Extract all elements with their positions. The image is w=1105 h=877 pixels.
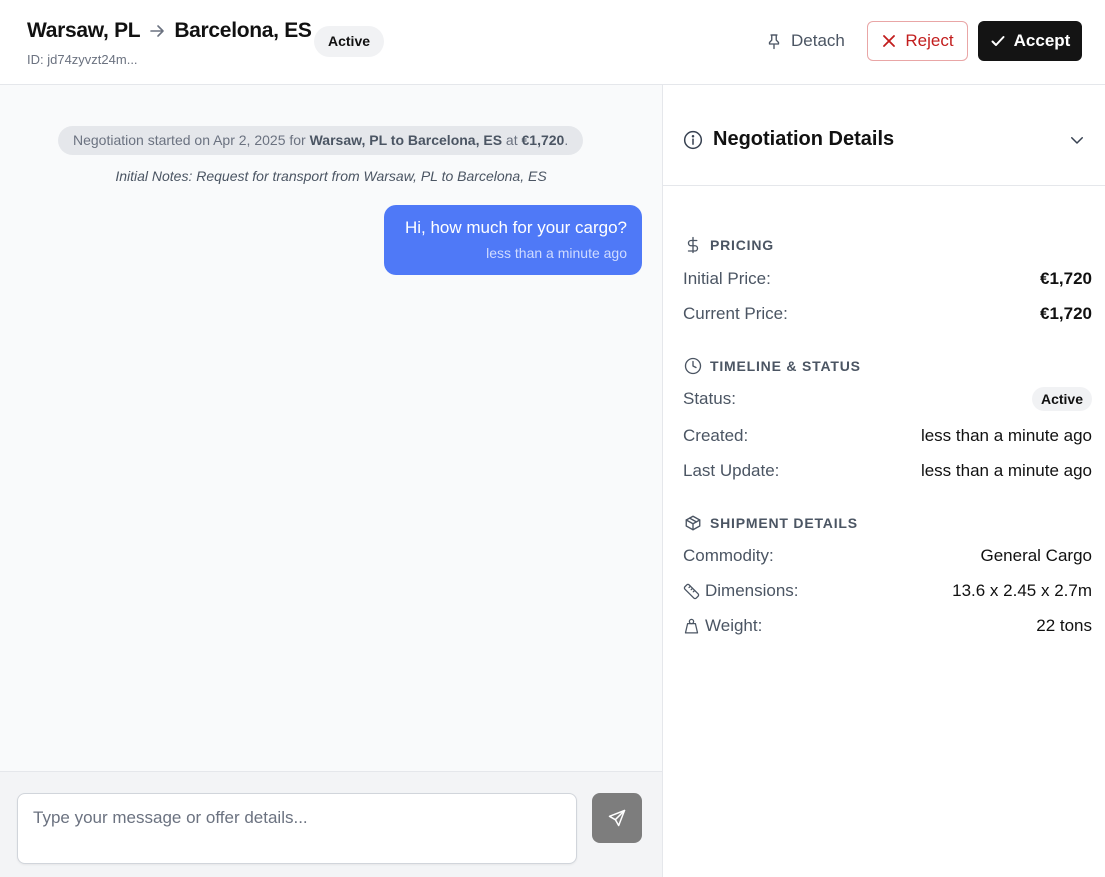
- details-sidebar: Negotiation Details PRICING Initial Pric…: [663, 85, 1105, 877]
- accept-label: Accept: [1013, 31, 1071, 50]
- weight-value: 22 tons: [1036, 616, 1092, 635]
- last-update-value: less than a minute ago: [920, 461, 1092, 480]
- sidebar-status-badge: Active: [1031, 387, 1092, 411]
- current-price-row: Current Price: €1,720: [683, 304, 1092, 324]
- details-title: Negotiation Details: [713, 128, 895, 150]
- clock-icon: [684, 357, 702, 375]
- pin-icon: [768, 34, 780, 50]
- ruler-icon: [683, 583, 700, 599]
- timeline-label-text: TIMELINE & STATUS: [710, 358, 861, 374]
- system-message: Negotiation started on Apr 2, 2025 for W…: [58, 126, 584, 155]
- weight-key: Weight:: [683, 616, 762, 636]
- commodity-row: Commodity: General Cargo: [683, 546, 1092, 566]
- details-header[interactable]: Negotiation Details: [663, 85, 1105, 186]
- commodity-label: Commodity:: [683, 546, 774, 565]
- pricing-label-text: PRICING: [710, 237, 774, 253]
- chevron-down-icon[interactable]: [1068, 131, 1086, 149]
- created-row: Created: less than a minute ago: [683, 426, 1092, 446]
- system-message-route: Warsaw, PL to Barcelona, ES: [309, 132, 503, 148]
- timeline-section-label: TIMELINE & STATUS: [683, 356, 861, 376]
- dimensions-key: Dimensions:: [683, 581, 799, 601]
- page-header: Warsaw, PL Barcelona, ES ID: jd74zyvzt24…: [0, 0, 1105, 85]
- shipment-label-text: SHIPMENT DETAILS: [710, 515, 858, 531]
- dimensions-row: Dimensions: 13.6 x 2.45 x 2.7m: [683, 581, 1092, 601]
- created-label: Created:: [683, 426, 749, 445]
- shipment-section-label: SHIPMENT DETAILS: [683, 513, 858, 533]
- status-badge: Active: [314, 26, 385, 57]
- route-title: Warsaw, PL Barcelona, ES: [27, 19, 312, 43]
- origin-label: Warsaw, PL: [27, 19, 141, 42]
- dimensions-value: 13.6 x 2.45 x 2.7m: [952, 581, 1092, 600]
- created-value: less than a minute ago: [920, 426, 1092, 445]
- negotiation-id: ID: jd74zyvzt24m...: [27, 52, 138, 67]
- weight-row: Weight: 22 tons: [683, 616, 1092, 636]
- send-icon: [608, 809, 626, 827]
- chat-panel: Negotiation started on Apr 2, 2025 for W…: [0, 85, 662, 771]
- reject-button[interactable]: Reject: [867, 21, 968, 61]
- initial-price-label: Initial Price:: [683, 269, 771, 288]
- system-message-at: at: [502, 132, 522, 148]
- system-message-suffix: .: [564, 132, 569, 148]
- weight-icon: [684, 618, 699, 634]
- chat-message-bubble: Hi, how much for your cargo? less than a…: [384, 205, 642, 275]
- send-button[interactable]: [592, 793, 642, 843]
- x-icon: [883, 35, 896, 47]
- message-composer: [0, 771, 662, 877]
- detach-label: Detach: [791, 31, 845, 50]
- last-update-row: Last Update: less than a minute ago: [683, 461, 1092, 481]
- arrow-right-icon: [150, 25, 165, 37]
- initial-notes: Initial Notes: Request for transport fro…: [115, 168, 547, 184]
- dimensions-label: Dimensions:: [705, 581, 799, 600]
- weight-label: Weight:: [705, 616, 763, 635]
- info-icon: [683, 130, 703, 150]
- package-icon: [685, 515, 701, 531]
- destination-label: Barcelona, ES: [174, 19, 312, 42]
- current-price-value: €1,720: [1040, 304, 1092, 323]
- detach-button[interactable]: Detach: [757, 21, 853, 61]
- dollar-icon: [687, 236, 699, 254]
- chat-message-time: less than a minute ago: [486, 245, 627, 261]
- last-update-label: Last Update:: [683, 461, 780, 480]
- check-icon: [991, 36, 1005, 46]
- status-row: Status: Active: [683, 387, 1092, 411]
- reject-label: Reject: [905, 31, 954, 50]
- accept-button[interactable]: Accept: [978, 21, 1082, 61]
- chat-message-text: Hi, how much for your cargo?: [404, 218, 627, 237]
- initial-price-value: €1,720: [1040, 269, 1092, 288]
- system-message-prefix: Negotiation started on Apr 2, 2025 for: [73, 132, 310, 148]
- commodity-value: General Cargo: [980, 546, 1092, 565]
- current-price-label: Current Price:: [683, 304, 788, 323]
- pricing-section-label: PRICING: [683, 235, 774, 255]
- message-input[interactable]: [17, 793, 577, 864]
- status-label: Status:: [683, 389, 736, 408]
- system-message-price: €1,720: [521, 132, 565, 148]
- initial-price-row: Initial Price: €1,720: [683, 269, 1092, 289]
